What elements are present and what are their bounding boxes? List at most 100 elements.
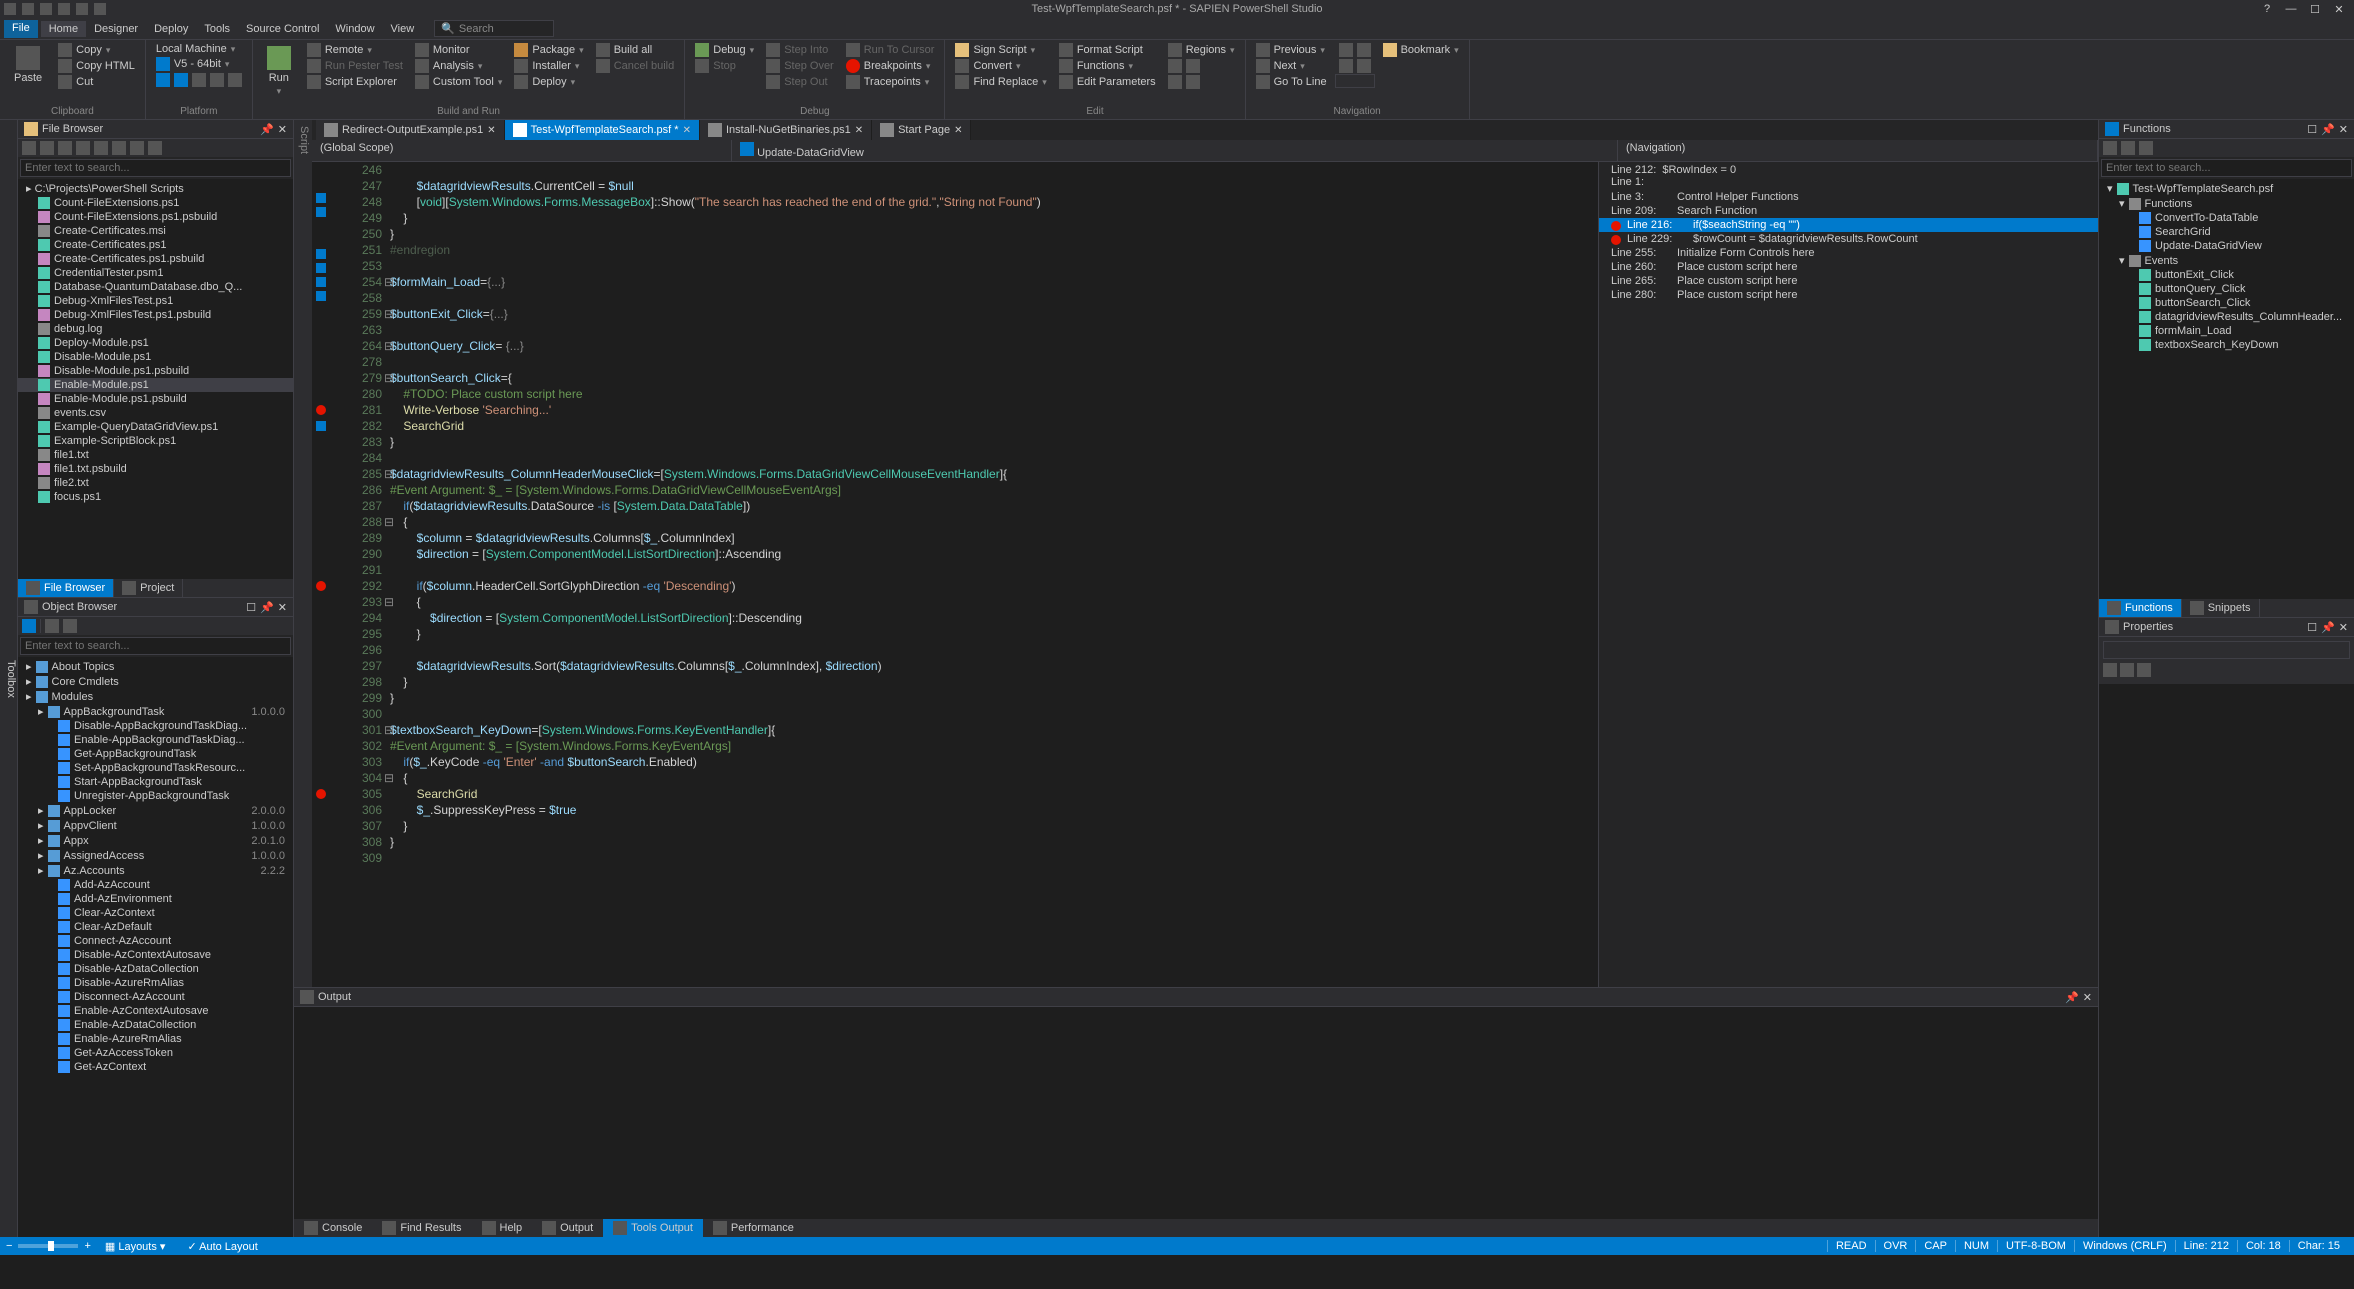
status-segment[interactable]: Char: 15 [2289,1240,2348,1252]
file-item[interactable]: Create-Certificates.msi [18,224,293,238]
output-tab[interactable]: Help [472,1219,533,1237]
nav-item[interactable]: Line 260:Place custom script here [1599,260,2098,274]
file-item[interactable]: Debug-XmlFilesTest.ps1.psbuild [18,308,293,322]
file-item[interactable]: Count-FileExtensions.ps1 [18,196,293,210]
fb-tool-2-icon[interactable] [40,141,54,155]
ribbon-search[interactable]: 🔍 Search [434,20,554,37]
nav-item[interactable]: Line 209:Search Function [1599,204,2098,218]
step-over-button[interactable]: Step Over [762,58,838,74]
fn-tool-3-icon[interactable] [2139,141,2153,155]
status-segment[interactable]: NUM [1955,1240,1997,1252]
object-item[interactable]: Get-AzContext [18,1060,293,1074]
file-item[interactable]: Disable-Module.ps1.psbuild [18,364,293,378]
ps-icon-5[interactable] [228,73,242,87]
function-item[interactable]: buttonSearch_Click [2099,296,2354,310]
ob-window-icon[interactable]: ☐ [246,601,256,614]
save-icon[interactable] [58,3,70,15]
object-item[interactable]: Enable-AppBackgroundTaskDiag... [18,733,293,747]
output-tab[interactable]: Output [532,1219,603,1237]
navigation-dropdown[interactable]: (Navigation) [1618,140,2098,161]
next-button[interactable]: Next▾ [1252,58,1331,74]
fn-tab[interactable]: Functions [2099,599,2182,617]
prop-tool-2-icon[interactable] [2120,663,2134,677]
format-script-button[interactable]: Format Script [1055,42,1160,58]
zoom-in-icon[interactable]: + [84,1240,90,1252]
ob-tool-3-icon[interactable] [63,619,77,633]
prop-pin-icon[interactable]: 📌 [2321,621,2335,634]
output-tab[interactable]: Tools Output [603,1219,703,1237]
ps-icon[interactable] [156,73,170,87]
file-item[interactable]: Enable-Module.ps1.psbuild [18,392,293,406]
fb-tool-6-icon[interactable] [112,141,126,155]
file-item[interactable]: Debug-XmlFilesTest.ps1 [18,294,293,308]
status-segment[interactable]: Line: 212 [2175,1240,2237,1252]
fb-tool-5-icon[interactable] [94,141,108,155]
ob-pin-icon[interactable]: 📌 [260,601,274,614]
output-tab[interactable]: Find Results [372,1219,471,1237]
object-item[interactable]: Connect-AzAccount [18,934,293,948]
object-item[interactable]: ▸ Appx2.0.1.0 [18,833,293,848]
fn-window-icon[interactable]: ☐ [2307,123,2317,136]
scope-dropdown[interactable]: (Global Scope) [312,140,732,161]
output-pin-icon[interactable]: 📌 [2065,991,2079,1004]
menu-window[interactable]: Window [327,21,382,37]
object-item[interactable]: Disable-AzDataCollection [18,962,293,976]
file-item[interactable]: Count-FileExtensions.ps1.psbuild [18,210,293,224]
file-browser-tree[interactable]: ▸ C:\Projects\PowerShell ScriptsCount-Fi… [18,179,293,579]
nav-item[interactable]: Line 255:Initialize Form Controls here [1599,246,2098,260]
function-item[interactable]: datagridviewResults_ColumnHeader... [2099,310,2354,324]
bookmark-button[interactable]: Bookmark▾ [1379,42,1463,58]
file-browser-search-input[interactable] [20,159,291,177]
object-browser-search-input[interactable] [20,637,291,655]
ob-close-icon[interactable]: ✕ [278,601,287,614]
object-item[interactable]: Enable-AzContextAutosave [18,1004,293,1018]
nav-arrows-2[interactable] [1335,58,1375,74]
fb-tab[interactable]: Project [114,579,183,597]
status-segment[interactable]: OVR [1875,1240,1916,1252]
remote-button[interactable]: Remote▾ [303,42,407,58]
custom-tool-button[interactable]: Custom Tool▾ [411,74,506,90]
code-editor[interactable]: $datagridviewResults.CurrentCell = $null… [390,162,1598,987]
functions-search-input[interactable] [2101,159,2352,177]
object-item[interactable]: Disable-AppBackgroundTaskDiag... [18,719,293,733]
close-tab-icon[interactable]: ✕ [954,125,962,136]
object-item[interactable]: ▸ Modules [18,689,293,704]
function-item[interactable]: ConvertTo-DataTable [2099,211,2354,225]
zoom-slider[interactable] [18,1244,78,1248]
cancel-build-button[interactable]: Cancel build [592,58,679,74]
step-into-button[interactable]: Step Into [762,42,838,58]
menu-deploy[interactable]: Deploy [146,21,196,37]
object-item[interactable]: Add-AzAccount [18,878,293,892]
sign-script-button[interactable]: Sign Script▾ [951,42,1050,58]
menu-home[interactable]: Home [41,21,86,37]
toolbox-strip[interactable]: Toolbox [0,120,18,1237]
run-pester-button[interactable]: Run Pester Test [303,58,407,74]
nav-item[interactable]: Line 280:Place custom script here [1599,288,2098,302]
ps-icon-2[interactable] [174,73,188,87]
output-body[interactable] [294,1007,2098,1219]
package-button[interactable]: Package▾ [510,42,587,58]
tracepoints-button[interactable]: Tracepoints▾ [842,74,939,90]
output-close-icon[interactable]: ✕ [2083,991,2092,1004]
help-icon[interactable]: ? [2256,2,2278,16]
script-tab-vertical[interactable]: Script [296,124,312,983]
menu-source-control[interactable]: Source Control [238,21,327,37]
paste-button[interactable]: Paste [6,42,50,90]
file-item[interactable]: focus.ps1 [18,490,293,504]
close-button[interactable]: ✕ [2328,2,2350,16]
layouts-button[interactable]: ▦ Layouts ▾ [97,1240,174,1253]
object-item[interactable]: Disable-AzContextAutosave [18,948,293,962]
object-item[interactable]: Start-AppBackgroundTask [18,775,293,789]
run-to-cursor-button[interactable]: Run To Cursor [842,42,939,58]
prop-close-icon[interactable]: ✕ [2339,621,2348,634]
analysis-button[interactable]: Analysis▾ [411,58,506,74]
status-segment[interactable]: Col: 18 [2237,1240,2289,1252]
object-item[interactable]: Enable-AzDataCollection [18,1018,293,1032]
maximize-button[interactable]: ☐ [2304,2,2326,16]
tree-root[interactable]: ▸ C:\Projects\PowerShell Scripts [18,181,293,196]
file-item[interactable]: Deploy-Module.ps1 [18,336,293,350]
function-item[interactable]: ▾ Functions [2099,196,2354,211]
nav-item[interactable]: Line 265:Place custom script here [1599,274,2098,288]
object-item[interactable]: Enable-AzureRmAlias [18,1032,293,1046]
nav-arrows[interactable] [1335,42,1375,58]
